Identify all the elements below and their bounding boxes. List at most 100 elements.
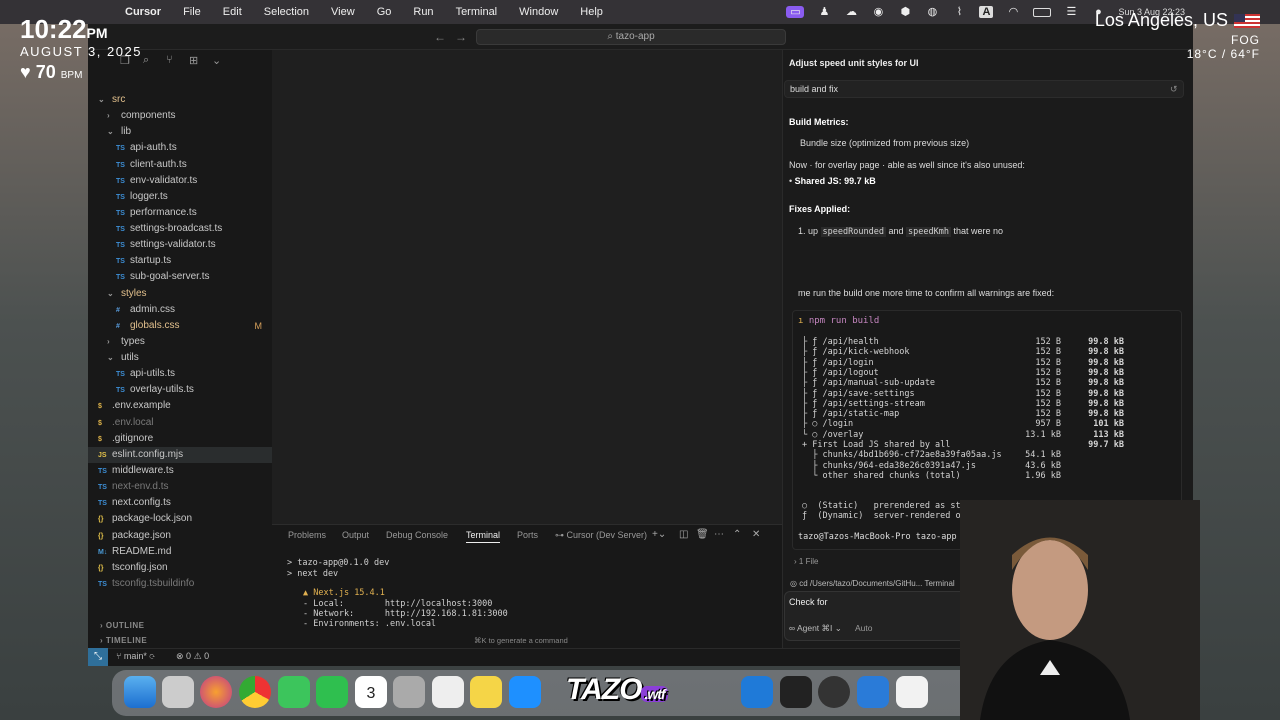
menu-item-go[interactable]: Go (377, 6, 392, 18)
split-terminal-icon[interactable]: ◫ (679, 529, 688, 540)
tab-output[interactable]: Output (342, 530, 369, 540)
menu-item-run[interactable]: Run (413, 6, 433, 18)
reminders-icon[interactable] (432, 676, 464, 708)
user-message[interactable]: build and fix (784, 80, 1184, 98)
tree-item[interactable]: TS middleware.ts (88, 463, 272, 479)
terminal-selector[interactable]: ⊶ Cursor (Dev Server) (555, 530, 647, 541)
tree-item[interactable]: TS settings-broadcast.ts (88, 221, 272, 237)
tree-item[interactable]: ⌄ lib (88, 124, 272, 140)
battery-icon[interactable] (1033, 7, 1052, 17)
menu-item-selection[interactable]: Selection (264, 6, 309, 18)
wifi-icon[interactable]: ◠ (1006, 6, 1020, 18)
cloud-icon[interactable]: ☁ (844, 6, 858, 18)
branch-indicator[interactable]: ⑂ main* ⟳ (116, 651, 155, 661)
command-center-search[interactable]: ⌕ tazo-app (476, 29, 786, 45)
launchpad-icon[interactable] (162, 676, 194, 708)
tab-debug-console[interactable]: Debug Console (386, 530, 448, 540)
tree-item[interactable]: TS api-utils.ts (88, 366, 272, 382)
tab-ports[interactable]: Ports (517, 530, 538, 540)
menu-item-window[interactable]: Window (519, 6, 558, 18)
tree-item[interactable]: TS env-validator.ts (88, 173, 272, 189)
cursor-icon[interactable] (780, 676, 812, 708)
tree-item[interactable]: TS overlay-utils.ts (88, 382, 272, 398)
tree-item[interactable]: ⌄ src (88, 92, 272, 108)
screen-share-icon[interactable]: ▭ (786, 6, 805, 18)
shield-icon[interactable]: ⬢ (898, 6, 912, 18)
tree-item[interactable]: TS logger.ts (88, 189, 272, 205)
tab-problems[interactable]: Problems (288, 530, 326, 540)
timeline-section[interactable]: › TIMELINE (88, 633, 272, 649)
broadcast-icon[interactable]: ♟ (817, 6, 831, 18)
tree-item[interactable]: TS api-auth.ts (88, 140, 272, 156)
bundle-note-text: (optimized from previous size) (849, 138, 970, 148)
menu-item-terminal[interactable]: Terminal (456, 6, 498, 18)
globe-icon[interactable]: ◍ (925, 6, 939, 18)
notes-icon[interactable] (470, 676, 502, 708)
control-center-icon[interactable]: ☰ (1064, 6, 1078, 18)
extensions-icon[interactable]: ⊞ (189, 54, 201, 67)
app-store-icon[interactable] (509, 676, 541, 708)
terminal-line: - Network: http://192.168.1.81:3000 (303, 609, 508, 619)
chrome-icon[interactable] (239, 676, 271, 708)
tree-item[interactable]: {} package.json (88, 528, 272, 544)
menu-item-view[interactable]: View (331, 6, 355, 18)
source-control-icon[interactable]: ⑂ (166, 54, 178, 66)
tree-item[interactable]: {} tsconfig.json (88, 560, 272, 576)
messages-icon[interactable] (278, 676, 310, 708)
trash-icon[interactable]: 🗑 (696, 529, 709, 540)
tree-item[interactable]: $ .gitignore (88, 431, 272, 447)
tree-item[interactable]: TS tsconfig.tsbuildinfo (88, 576, 272, 592)
tree-item[interactable]: ⌄ utils (88, 350, 272, 366)
tree-item[interactable]: TS settings-validator.ts (88, 237, 272, 253)
obs-icon[interactable] (818, 676, 850, 708)
finder-icon[interactable] (124, 676, 156, 708)
tree-item[interactable]: › types (88, 334, 272, 350)
facetime-icon[interactable] (316, 676, 348, 708)
tree-item[interactable]: TS startup.ts (88, 253, 272, 269)
tree-item[interactable]: TS client-auth.ts (88, 157, 272, 173)
tree-item[interactable]: › components (88, 108, 272, 124)
menu-item-file[interactable]: File (183, 6, 201, 18)
tree-item[interactable]: TS next-env.d.ts (88, 479, 272, 495)
agent-mode-selector[interactable]: ∞ Agent ⌘I ⌄ (789, 623, 842, 634)
firefox-icon[interactable] (200, 676, 232, 708)
tree-item[interactable]: # admin.css (88, 302, 272, 318)
calendar-icon[interactable]: 3 (355, 676, 387, 708)
figma-icon[interactable] (896, 676, 928, 708)
chevron-down-icon[interactable]: ⌄ (212, 54, 224, 67)
chat-input-text[interactable]: Check for (789, 597, 828, 607)
tree-item[interactable]: M↓ README.md (88, 544, 272, 560)
menu-item-help[interactable]: Help (580, 6, 603, 18)
windows-app-icon[interactable] (857, 676, 889, 708)
tree-item[interactable]: # globals.css M (88, 318, 272, 334)
tree-item[interactable]: $ .env.local (88, 415, 272, 431)
tree-item[interactable]: JS eslint.config.mjs (88, 446, 272, 463)
nav-forward-icon[interactable]: → (455, 30, 467, 44)
tree-item[interactable]: TS sub-goal-server.ts (88, 269, 272, 285)
revert-icon[interactable]: ↺ (1170, 84, 1178, 95)
outline-section[interactable]: › OUTLINE (88, 618, 272, 634)
tree-item[interactable]: ⌄ styles (88, 286, 272, 302)
nav-back-icon[interactable]: ← (434, 30, 446, 44)
model-selector[interactable]: Auto (855, 623, 873, 633)
contacts-icon[interactable] (393, 676, 425, 708)
keyboard-input-icon[interactable]: A (979, 6, 994, 18)
editor-area[interactable] (272, 50, 782, 524)
tab-terminal[interactable]: Terminal (466, 530, 501, 543)
airdrop-icon[interactable]: ⌇ (952, 6, 966, 18)
tree-item[interactable]: {} package-lock.json (88, 511, 272, 527)
changed-files[interactable]: › 1 File (794, 557, 818, 566)
menu-item-edit[interactable]: Edit (223, 6, 242, 18)
vscode-icon[interactable] (741, 676, 773, 708)
new-terminal-icon[interactable]: +⌄ (652, 529, 666, 540)
command-preview[interactable]: ◎ cd /Users/tazo/Documents/GitHu... Term… (790, 579, 955, 588)
tree-item[interactable]: TS performance.ts (88, 205, 272, 221)
remote-icon[interactable]: ⤡ (88, 648, 108, 666)
more-icon[interactable]: ⋯ (714, 529, 724, 540)
problems-indicator[interactable]: ⊗ 0 ⚠ 0 (176, 651, 209, 662)
tree-item[interactable]: $ .env.example (88, 398, 272, 414)
record-icon[interactable]: ◉ (871, 6, 885, 18)
tree-item[interactable]: TS next.config.ts (88, 495, 272, 511)
close-panel-icon[interactable]: ✕ (752, 529, 760, 540)
maximize-panel-icon[interactable]: ⌃ (733, 529, 741, 540)
